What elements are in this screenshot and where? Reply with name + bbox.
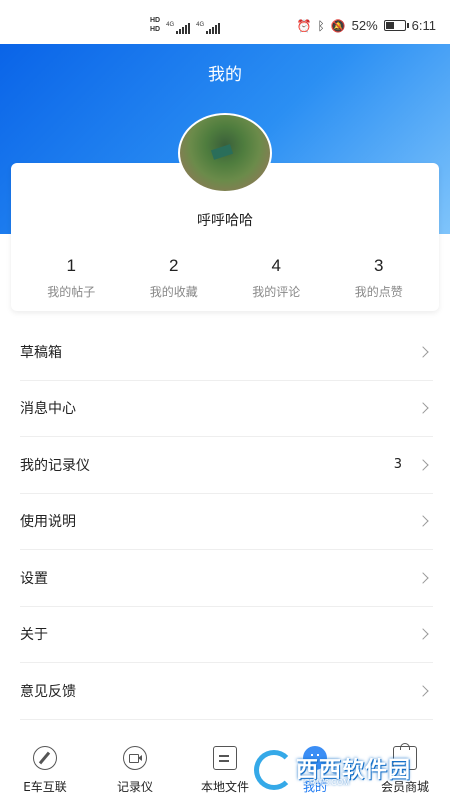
tab-label: E车互联 xyxy=(23,780,67,794)
menu-item-instructions[interactable]: 使用说明 xyxy=(20,494,433,550)
bluetooth-icon: ᛒ xyxy=(317,18,325,33)
chevron-right-icon xyxy=(417,515,429,527)
stat-count: 1 xyxy=(66,256,76,275)
stat-likes[interactable]: 3 我的点赞 xyxy=(328,256,431,300)
profile-stats: 1 我的帖子 2 我的收藏 4 我的评论 3 我的点赞 xyxy=(20,256,430,300)
hd-indicator: HD HD xyxy=(150,16,160,34)
settings-menu: 草稿箱 消息中心 我的记录仪 3 使用说明 设置 关于 意见反馈 xyxy=(20,324,433,720)
network-indicators: HD HD 4G 4G xyxy=(150,16,221,34)
menu-item-about[interactable]: 关于 xyxy=(20,607,433,663)
stat-count: 3 xyxy=(374,256,384,275)
compass-icon xyxy=(33,746,57,770)
status-right: ⏰ ᛒ 🔕 52% 6:11 xyxy=(297,18,436,33)
status-bar: HD HD 4G 4G ⏰ ᛒ 🔕 52% 6:11 xyxy=(0,0,450,44)
stat-label: 我的收藏 xyxy=(149,285,198,299)
menu-item-label: 关于 xyxy=(20,627,48,644)
menu-item-label: 消息中心 xyxy=(20,401,76,418)
menu-item-settings[interactable]: 设置 xyxy=(20,550,433,607)
chevron-right-icon xyxy=(417,572,429,584)
chevron-right-icon xyxy=(417,685,429,697)
battery-percent: 52% xyxy=(351,18,378,33)
camera-icon xyxy=(123,746,147,770)
mute-icon: 🔕 xyxy=(330,18,346,33)
recorder-count-badge: 3 xyxy=(393,457,402,473)
hd-label-2: HD xyxy=(150,26,161,33)
stat-label: 我的帖子 xyxy=(47,285,96,299)
menu-item-messages[interactable]: 消息中心 xyxy=(20,381,433,437)
avatar[interactable] xyxy=(178,113,272,193)
stat-count: 2 xyxy=(169,256,179,275)
stat-favorites[interactable]: 2 我的收藏 xyxy=(123,256,226,300)
watermark-subtext: CR173.COM xyxy=(304,778,350,787)
clock: 6:11 xyxy=(411,18,436,33)
signal-icon: 4G xyxy=(196,22,221,34)
tab-label: 记录仪 xyxy=(116,780,153,794)
menu-item-label: 草稿箱 xyxy=(20,344,62,361)
menu-item-label: 使用说明 xyxy=(20,514,76,531)
stat-comments[interactable]: 4 我的评论 xyxy=(225,256,328,300)
chevron-right-icon xyxy=(417,628,429,640)
site-watermark: 西西软件园 CR173.COM xyxy=(252,748,442,792)
menu-item-label: 设置 xyxy=(20,570,48,587)
tab-recorder[interactable]: 记录仪 xyxy=(90,744,180,800)
file-icon xyxy=(213,746,237,770)
battery-icon xyxy=(383,20,409,31)
watermark-logo-icon xyxy=(254,750,294,790)
battery-fill xyxy=(385,22,395,29)
chevron-right-icon xyxy=(417,459,429,471)
menu-item-label: 意见反馈 xyxy=(20,683,76,700)
menu-item-my-recorders[interactable]: 我的记录仪 3 xyxy=(20,437,433,494)
alarm-icon: ⏰ xyxy=(296,18,312,33)
stat-posts[interactable]: 1 我的帖子 xyxy=(20,256,123,300)
username[interactable]: 呼呼哈哈 xyxy=(0,210,450,230)
menu-item-drafts[interactable]: 草稿箱 xyxy=(20,324,433,381)
chevron-right-icon xyxy=(417,402,429,414)
hd-label-1: HD xyxy=(150,17,161,24)
stat-label: 我的评论 xyxy=(252,285,301,299)
menu-item-label: 我的记录仪 xyxy=(20,457,90,474)
stat-label: 我的点赞 xyxy=(354,285,403,299)
signal-icon: 4G xyxy=(166,22,191,34)
page-title: 我的 xyxy=(208,65,242,85)
network-type-label: 4G xyxy=(166,22,175,28)
menu-item-feedback[interactable]: 意见反馈 xyxy=(20,663,433,720)
network-type-label: 4G xyxy=(196,22,205,28)
stat-count: 4 xyxy=(271,256,281,275)
chevron-right-icon xyxy=(417,346,429,358)
tab-e-car[interactable]: E车互联 xyxy=(0,744,90,800)
